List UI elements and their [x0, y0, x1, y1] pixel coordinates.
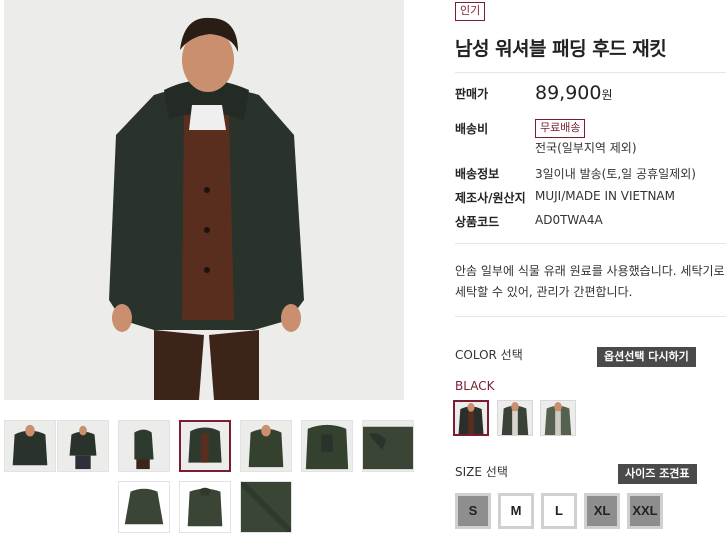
divider: [455, 316, 726, 317]
color-swatch-khaki[interactable]: [540, 400, 576, 436]
thumbnail-7[interactable]: [362, 420, 414, 472]
price-amount: 89,900: [535, 82, 602, 104]
color-swatch-dark-green[interactable]: [497, 400, 533, 436]
size-option-xxl[interactable]: XXL: [627, 493, 663, 529]
maker-value: MUJI/MADE IN VIETNAM: [535, 189, 675, 203]
thumbnail-6[interactable]: [301, 420, 353, 472]
thumbnail-9[interactable]: [179, 481, 231, 533]
thumbnail-5[interactable]: [240, 420, 292, 472]
maker-label: 제조사/원산지: [455, 191, 526, 205]
color-swatch-black[interactable]: [453, 400, 489, 436]
thumbnail-3[interactable]: [118, 420, 170, 472]
model-wearing-jacket-illustration: [4, 0, 404, 400]
shipping-note: 전국(일부지역 제외): [535, 141, 637, 155]
thumbnail-4-selected[interactable]: [179, 420, 231, 472]
size-chart-button[interactable]: 사이즈 조견표: [618, 464, 697, 484]
main-product-image: [4, 0, 404, 400]
divider: [455, 243, 726, 244]
code-label: 상품코드: [455, 215, 500, 229]
popular-badge: 인기: [455, 2, 486, 21]
thumbnail-1[interactable]: [4, 420, 56, 472]
delivery-label: 배송정보: [455, 167, 500, 181]
product-description: 안솜 일부에 식물 유래 원료를 사용했습니다. 세탁기로 세탁할 수 있어, …: [455, 264, 725, 299]
product-title: 남성 워셔블 패딩 후드 재킷: [455, 38, 667, 60]
reset-options-button[interactable]: 옵션선택 다시하기: [597, 347, 696, 367]
price-unit: 원: [601, 88, 613, 102]
thumbnail-8[interactable]: [118, 481, 170, 533]
size-select-label: SIZE 선택: [455, 465, 508, 479]
selected-color-name: BLACK: [455, 379, 495, 393]
size-option-m[interactable]: M: [498, 493, 534, 529]
delivery-value: 3일이내 발송(토,일 공휴일제외): [535, 167, 696, 181]
size-option-l[interactable]: L: [541, 493, 577, 529]
price-value: 89,900원: [535, 82, 613, 104]
thumbnail-10[interactable]: [240, 481, 292, 533]
thumbnail-2[interactable]: [57, 420, 109, 472]
size-option-xl[interactable]: XL: [584, 493, 620, 529]
shipping-label: 배송비: [455, 122, 489, 136]
price-label: 판매가: [455, 87, 489, 101]
size-option-s[interactable]: S: [455, 493, 491, 529]
divider: [455, 72, 726, 73]
color-select-label: COLOR 선택: [455, 348, 523, 362]
free-shipping-badge: 무료배송: [535, 119, 586, 138]
code-value: AD0TWA4A: [535, 213, 603, 227]
